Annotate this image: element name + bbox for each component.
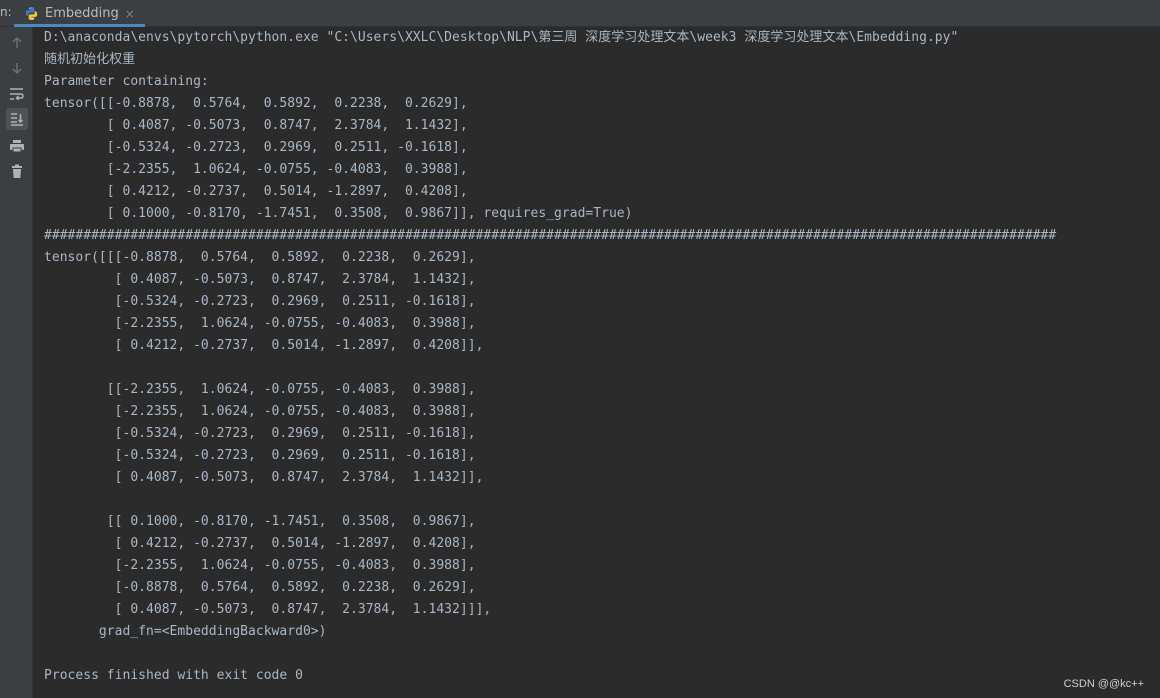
console-toolbar [0,27,33,698]
scroll-down-button[interactable] [6,57,28,79]
console-output[interactable]: D:\anaconda\envs\pytorch\python.exe "C:\… [44,27,1144,698]
console-line: [ 0.4087, -0.5073, 0.8747, 2.3784, 1.143… [44,602,492,617]
console-line: grad_fn=<EmbeddingBackward0>) [44,624,327,639]
scroll-to-end-icon [9,111,25,127]
tab-embedding[interactable]: Embedding × [14,0,145,27]
scroll-up-button[interactable] [6,32,28,54]
console-line: [ 0.4087, -0.5073, 0.8747, 2.3784, 1.143… [44,272,476,287]
console-line: [ 0.4212, -0.2737, 0.5014, -1.2897, 0.42… [44,338,484,353]
console-line: [-2.2355, 1.0624, -0.0755, -0.4083, 0.39… [44,404,476,419]
console-line: [ 0.1000, -0.8170, -1.7451, 0.3508, 0.98… [44,206,633,221]
console-line: [[ 0.1000, -0.8170, -1.7451, 0.3508, 0.9… [44,514,476,529]
trash-icon [10,164,24,179]
console-line: [-2.2355, 1.0624, -0.0755, -0.4083, 0.39… [44,558,476,573]
run-label: n: [0,5,12,19]
console-line: [ 0.4087, -0.5073, 0.8747, 2.3784, 1.143… [44,118,468,133]
run-tool-window: n: Embedding × D:\anaconda\envs\pytorch\… [0,0,1160,698]
console-line: [ 0.4212, -0.2737, 0.5014, -1.2897, 0.42… [44,184,468,199]
console-line: [[-2.2355, 1.0624, -0.0755, -0.4083, 0.3… [44,382,476,397]
console-line: [-2.2355, 1.0624, -0.0755, -0.4083, 0.39… [44,162,468,177]
tab-label: Embedding [45,6,119,21]
console-line: tensor([[-0.8878, 0.5764, 0.5892, 0.2238… [44,96,468,111]
soft-wrap-button[interactable] [6,83,28,105]
separator-line: ########################################… [44,228,1057,243]
run-tab-bar: n: Embedding × [0,0,1160,27]
watermark: CSDN @@kc++ [1063,678,1144,690]
python-file-icon [24,6,39,21]
console-line: tensor([[[-0.8878, 0.5764, 0.5892, 0.223… [44,250,476,265]
soft-wrap-icon [9,87,25,101]
scroll-up-icon [10,36,24,50]
console-line: [-0.8878, 0.5764, 0.5892, 0.2238, 0.2629… [44,580,476,595]
clear-all-button[interactable] [6,160,28,182]
scroll-down-icon [10,61,24,75]
console-line: [-0.5324, -0.2723, 0.2969, 0.2511, -0.16… [44,426,476,441]
print-button[interactable] [6,135,28,157]
console-line: [ 0.4087, -0.5073, 0.8747, 2.3784, 1.143… [44,470,484,485]
console-line: D:\anaconda\envs\pytorch\python.exe "C:\… [44,30,959,45]
scroll-to-end-button[interactable] [6,108,28,130]
tab-close-icon[interactable]: × [125,7,135,21]
exit-status-line: Process finished with exit code 0 [44,668,303,683]
console-line: [-0.5324, -0.2723, 0.2969, 0.2511, -0.16… [44,294,476,309]
console-line: Parameter containing: [44,74,209,89]
console-line: [-0.5324, -0.2723, 0.2969, 0.2511, -0.16… [44,448,476,463]
console-line: [-2.2355, 1.0624, -0.0755, -0.4083, 0.39… [44,316,476,331]
console-line: [ 0.4212, -0.2737, 0.5014, -1.2897, 0.42… [44,536,476,551]
print-icon [9,139,25,153]
console-line: [-0.5324, -0.2723, 0.2969, 0.2511, -0.16… [44,140,468,155]
console-line: 随机初始化权重 [44,52,136,67]
